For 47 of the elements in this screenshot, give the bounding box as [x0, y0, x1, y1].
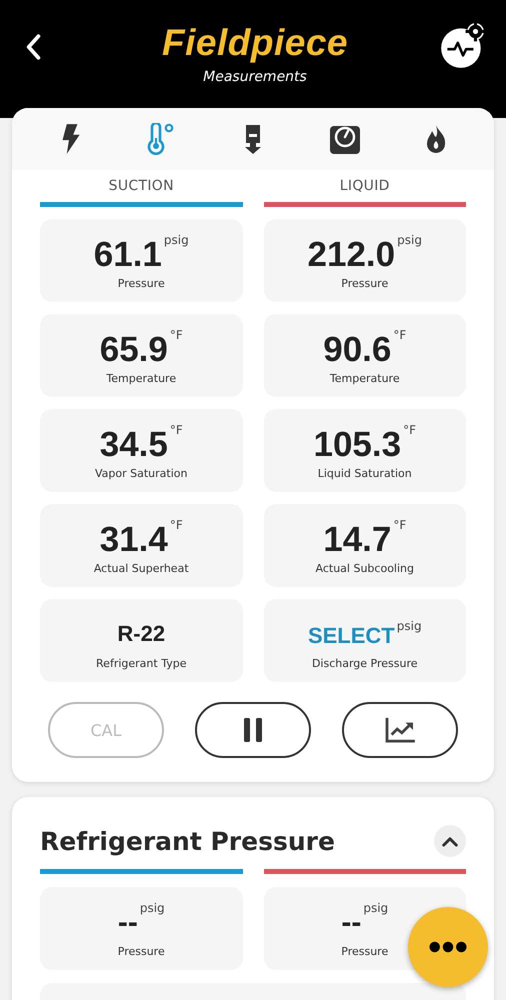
unit-label: °F	[170, 518, 183, 532]
measurement-label: Discharge Pressure	[312, 657, 418, 670]
unit-label: °F	[403, 423, 416, 437]
unit-label: psig	[396, 619, 422, 633]
screen-title: Measurements	[203, 69, 307, 85]
measurement-value: 212.0	[308, 235, 396, 275]
logo: Fieldpiece	[162, 22, 348, 64]
unit-label: °F	[170, 423, 183, 437]
measurement-label: Vapor Saturation	[95, 467, 188, 480]
section-title: Refrigerant Pressure	[40, 826, 335, 856]
unit-label: °F	[170, 328, 183, 342]
gauge-icon	[328, 123, 361, 155]
measurement-label: Pressure	[118, 277, 165, 290]
measurement-label: Actual Subcooling	[316, 562, 414, 575]
measurement-label: Pressure	[341, 277, 388, 290]
unit-label: °F	[393, 518, 406, 532]
more-icon	[429, 941, 467, 953]
measurement-value: 61.1	[94, 235, 162, 275]
measurement-label: Temperature	[330, 372, 400, 385]
column-heading: LIQUID	[340, 178, 390, 194]
unit-label: psig	[397, 233, 422, 247]
measurement-label: Actual Superheat	[94, 562, 189, 575]
measurement-value: 14.7	[323, 520, 392, 560]
measurement-value: --	[118, 905, 138, 941]
unit-label: °F	[393, 328, 406, 342]
measurement-value: 31.4	[100, 520, 168, 560]
measurement-value: 90.6	[323, 330, 392, 370]
measurement-value: 34.5	[100, 425, 168, 465]
measurement-label: Temperature	[106, 372, 176, 385]
chevron-up-icon	[441, 834, 459, 848]
measurement-label: Pressure	[341, 945, 388, 958]
back-icon[interactable]	[24, 33, 42, 61]
measurement-value: SELECT	[308, 623, 395, 649]
column-heading: SUCTION	[108, 178, 174, 194]
trend-chart-icon	[383, 717, 417, 743]
measurement-value: R-22	[117, 621, 166, 647]
measurement-value: 105.3	[314, 425, 402, 465]
measurement-label: Refrigerant Type	[96, 657, 186, 670]
measurement-tile[interactable]: R-22 Refrigerant Type	[40, 599, 242, 682]
unit-label: psig	[363, 901, 388, 915]
unit-label: psig	[140, 901, 165, 915]
measurement-label: Liquid Saturation	[318, 467, 412, 480]
measurement-label: Pressure	[118, 945, 165, 958]
collapse-button[interactable]	[434, 825, 466, 857]
measurement-value: 65.9	[100, 330, 168, 370]
unit-label: psig	[164, 233, 189, 247]
measurement-value: --	[341, 905, 362, 941]
